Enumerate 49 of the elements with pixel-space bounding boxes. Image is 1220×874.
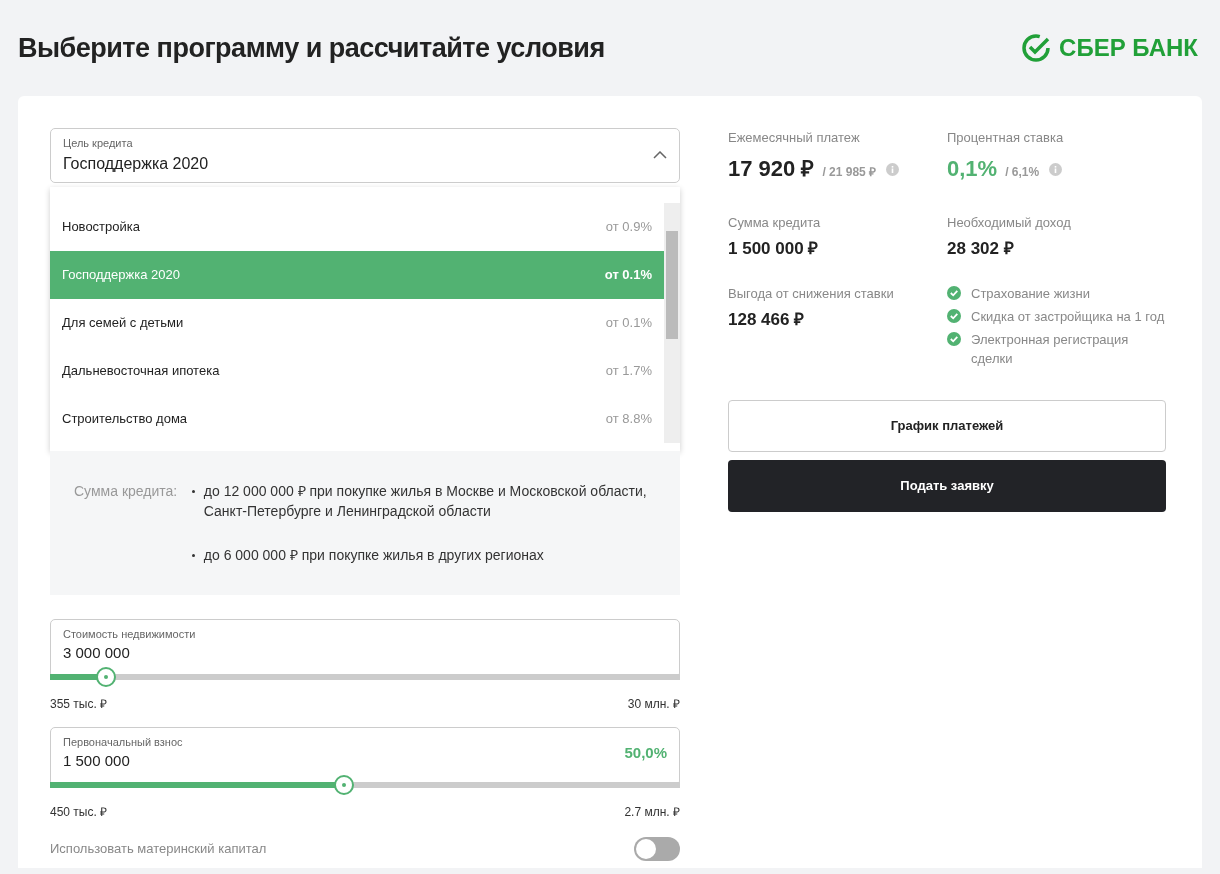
feature-text: Скидка от застройщика на 1 год: [971, 307, 1165, 326]
logo-text: СБЕР БАНК: [1059, 33, 1198, 63]
old-value: / 6,1%: [1005, 163, 1040, 181]
info-icon[interactable]: [1049, 162, 1063, 176]
check-icon: [947, 331, 961, 346]
dropdown-option[interactable]: Для семей с детьми от 0.1%: [50, 298, 664, 347]
summary-value: 17 920 ₽: [728, 154, 815, 183]
summary-value: 28 302 ₽: [947, 238, 1014, 260]
summary-value: 1 500 000 ₽: [728, 238, 819, 260]
range-min: 355 тыс. ₽: [50, 695, 108, 713]
percent-value: 50,0%: [624, 742, 667, 763]
summary-value: 128 466 ₽: [728, 309, 805, 331]
logo-icon: [1021, 33, 1052, 63]
toggle-switch[interactable]: [634, 836, 680, 861]
bullet-icon: [191, 489, 195, 493]
info-icon[interactable]: [886, 162, 900, 176]
summary-label: Сумма кредита: [728, 213, 822, 232]
old-value: / 21 985 ₽: [822, 163, 877, 181]
check-icon: [947, 308, 961, 323]
range-max: 30 млн. ₽: [627, 695, 680, 713]
purpose-select[interactable]: Цель кредита Господдержка 2020: [50, 128, 680, 183]
bullet-icon: [191, 553, 195, 557]
apply-button[interactable]: Подать заявку: [728, 459, 1166, 512]
field-label: Стоимость недвижимости: [63, 626, 196, 642]
toggle-label: Использовать материнский капитал: [50, 839, 267, 858]
range-max: 2.7 млн. ₽: [624, 803, 680, 821]
info-text: до 6 000 000 ₽ при покупке жилья в других регионах: [203, 545, 544, 565]
field-value: Господдержка 2020: [63, 153, 209, 174]
dropdown-option[interactable]: Строительство дома от 8.8%: [50, 394, 664, 443]
check-icon: [947, 285, 961, 300]
field-value: 1 500 000: [63, 751, 131, 771]
schedule-button[interactable]: График платежей: [728, 399, 1166, 452]
summary-label: Выгода от снижения ставки: [728, 284, 895, 303]
feature-text: Электронная регистрация сделки: [971, 330, 1130, 368]
field-label: Первоначальный взнос: [63, 734, 183, 750]
feature-text: Страхование жизни: [971, 284, 1091, 303]
range-min: 450 тыс. ₽: [50, 803, 108, 821]
field-label: Цель кредита: [63, 136, 134, 151]
dropdown-option[interactable]: Дальневосточная ипотека от 1.7%: [50, 346, 664, 395]
summary-label: Процентная ставка: [947, 129, 1065, 147]
field-value: 3 000 000: [63, 643, 131, 663]
scrollbar[interactable]: [664, 202, 680, 443]
info-text: до 12 000 000 ₽ при покупке жилья в Москве и Московской области, Санкт-Петербурге и Ленинградской области: [203, 481, 648, 521]
info-label: Сумма кредита:: [74, 482, 178, 499]
page-title: Выберите программу и рассчитайте условия: [18, 31, 605, 65]
summary-label: Ежемесячный платеж: [728, 129, 861, 147]
summary-label: Необходимый доход: [947, 213, 1072, 232]
dropdown-option[interactable]: Новостройка от 0.9%: [50, 202, 664, 251]
summary-value: 0,1%: [947, 154, 998, 183]
